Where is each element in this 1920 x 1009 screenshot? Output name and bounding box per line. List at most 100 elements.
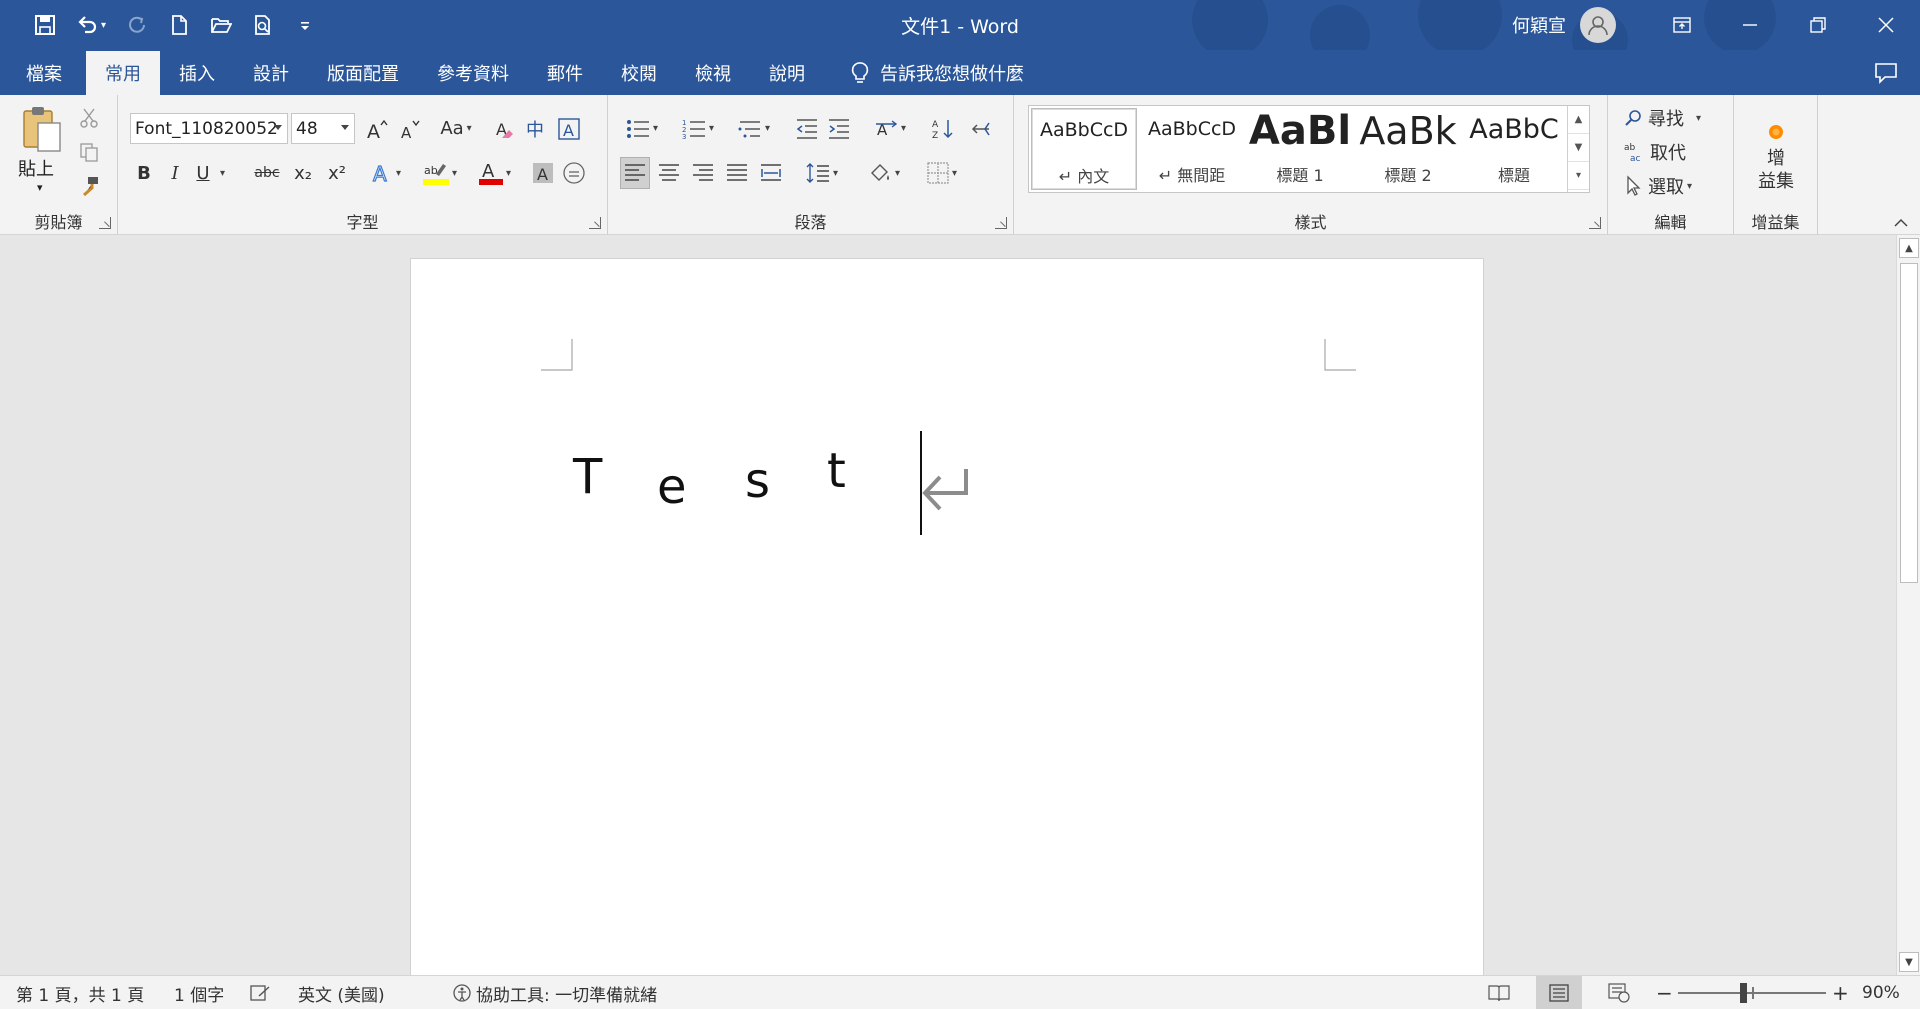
line-spacing-dropdown-icon[interactable]: ▾ (833, 168, 838, 179)
font-color-dropdown-icon[interactable]: ▾ (506, 168, 511, 179)
language-indicator[interactable]: 英文 (美國) (298, 976, 385, 1009)
find-dropdown-icon[interactable]: ▾ (1696, 113, 1701, 124)
vertical-scrollbar[interactable]: ▲ ▼ (1896, 235, 1920, 975)
font-color-button[interactable]: A ▾ (474, 157, 516, 189)
tell-me-box[interactable]: 告訴我您想做什麼 (824, 50, 1043, 95)
cut-button[interactable] (76, 105, 102, 131)
change-case-dropdown-icon[interactable]: ▾ (467, 123, 472, 134)
style-no-spacing[interactable]: AaBbCcD ↵ 無間距 (1139, 108, 1245, 190)
align-left-button[interactable] (620, 157, 650, 189)
font-size-combo[interactable]: 48 (291, 113, 355, 144)
style-heading-2[interactable]: AaBk 標題 2 (1355, 108, 1461, 190)
tab-file[interactable]: 檔案 (0, 50, 86, 95)
tab-mailings[interactable]: 郵件 (528, 50, 602, 95)
undo-button[interactable]: ▾ (68, 6, 114, 44)
shading-dropdown-icon[interactable]: ▾ (895, 168, 900, 179)
print-preview-button[interactable] (244, 6, 282, 44)
gallery-up-icon[interactable]: ▲ (1568, 106, 1589, 134)
scroll-down-icon[interactable]: ▼ (1899, 952, 1919, 972)
select-button[interactable]: 選取 ▾ (1624, 171, 1692, 201)
tab-design[interactable]: 設計 (234, 50, 308, 95)
change-case-button[interactable]: Aa ▾ (434, 113, 478, 144)
minimize-button[interactable] (1716, 0, 1784, 50)
subscript-button[interactable]: x₂ (289, 157, 317, 189)
text-effects-dropdown-icon[interactable]: ▾ (396, 168, 401, 179)
text-effects-button[interactable]: A ▾ (366, 157, 406, 189)
scroll-thumb[interactable] (1900, 263, 1918, 583)
highlight-dropdown-icon[interactable]: ▾ (452, 168, 457, 179)
web-layout-button[interactable] (1608, 976, 1630, 1009)
document-page[interactable]: T e s t (410, 258, 1484, 975)
distributed-button[interactable] (756, 157, 786, 189)
line-spacing-button[interactable]: ▾ (798, 157, 846, 189)
clear-formatting-button[interactable]: A (490, 113, 518, 144)
phonetic-guide-button[interactable]: 中 (520, 113, 550, 144)
accessibility-checker[interactable]: 協助工具: 一切準備就緒 (452, 976, 657, 1009)
style-normal[interactable]: AaBbCcD ↵ 內文 (1031, 108, 1137, 190)
replace-button[interactable]: ab ac 取代 (1624, 137, 1686, 167)
new-document-button[interactable] (160, 6, 198, 44)
tab-insert[interactable]: 插入 (160, 50, 234, 95)
sort-button[interactable]: AZ (928, 113, 958, 144)
bullets-dropdown-icon[interactable]: ▾ (653, 123, 658, 134)
zoom-level[interactable]: 90% (1862, 976, 1900, 1009)
font-size-dropdown-icon[interactable] (341, 125, 349, 130)
ribbon-display-options-button[interactable] (1648, 0, 1716, 50)
styles-launcher-icon[interactable] (1589, 217, 1601, 229)
customize-qat-button[interactable] (286, 6, 324, 44)
print-layout-button[interactable] (1536, 976, 1582, 1009)
shrink-font-button[interactable]: A (395, 113, 425, 144)
redo-button[interactable] (118, 6, 156, 44)
gallery-down-icon[interactable]: ▼ (1568, 134, 1589, 162)
zoom-slider-thumb[interactable] (1740, 983, 1747, 1003)
decrease-indent-button[interactable] (792, 113, 822, 144)
character-shading-button[interactable]: A (530, 157, 556, 189)
borders-button[interactable]: ▾ (918, 157, 966, 189)
tab-layout[interactable]: 版面配置 (308, 50, 418, 95)
justify-button[interactable] (722, 157, 752, 189)
underline-button[interactable]: U (192, 157, 214, 189)
style-title[interactable]: AaBbC 標題 (1461, 108, 1567, 190)
shading-button[interactable]: ▾ (860, 157, 908, 189)
select-dropdown-icon[interactable]: ▾ (1687, 181, 1692, 192)
asian-layout-button[interactable]: A ▾ (866, 113, 914, 144)
comments-button[interactable] (1874, 62, 1898, 89)
scroll-up-icon[interactable]: ▲ (1899, 238, 1919, 258)
tab-review[interactable]: 校閱 (602, 50, 676, 95)
undo-dropdown-icon[interactable]: ▾ (101, 20, 106, 31)
tab-help[interactable]: 說明 (750, 50, 824, 95)
avatar[interactable] (1580, 7, 1616, 43)
increase-indent-button[interactable] (824, 113, 854, 144)
bullets-button[interactable]: ▾ (618, 113, 666, 144)
tab-view[interactable]: 檢視 (676, 50, 750, 95)
tab-references[interactable]: 參考資料 (418, 50, 528, 95)
find-button[interactable]: 尋找 ▾ (1624, 103, 1701, 133)
save-button[interactable] (26, 6, 64, 44)
align-right-button[interactable] (688, 157, 718, 189)
italic-button[interactable]: I (164, 157, 186, 189)
collapse-ribbon-button[interactable] (1892, 214, 1910, 232)
page-count[interactable]: 第 1 頁，共 1 頁 (16, 976, 144, 1009)
zoom-out-button[interactable]: − (1656, 976, 1673, 1009)
paragraph-launcher-icon[interactable] (995, 217, 1007, 229)
underline-dropdown-icon[interactable]: ▾ (214, 157, 228, 189)
tab-home[interactable]: 常用 (86, 51, 160, 95)
copy-button[interactable] (76, 139, 102, 165)
format-painter-button[interactable] (76, 173, 102, 199)
addins-button[interactable]: 增 益集 (1734, 103, 1818, 213)
character-border-button[interactable]: A (554, 113, 584, 144)
numbering-button[interactable]: 123 ▾ (674, 113, 722, 144)
superscript-button[interactable]: x² (323, 157, 351, 189)
numbering-dropdown-icon[interactable]: ▾ (709, 123, 714, 134)
close-button[interactable] (1852, 0, 1920, 50)
grow-font-button[interactable]: A (362, 113, 392, 144)
strikethrough-button[interactable]: abc (252, 157, 282, 189)
clipboard-launcher-icon[interactable] (99, 217, 111, 229)
word-count[interactable]: 1 個字 (174, 976, 224, 1009)
gallery-more-icon[interactable]: ▾ (1568, 162, 1589, 190)
multilevel-dropdown-icon[interactable]: ▾ (765, 123, 770, 134)
bold-button[interactable]: B (132, 157, 156, 189)
font-name-combo[interactable]: Font_110820052 (130, 113, 288, 144)
paste-icon[interactable] (20, 105, 62, 155)
paste-button[interactable]: 貼上 (18, 155, 54, 181)
